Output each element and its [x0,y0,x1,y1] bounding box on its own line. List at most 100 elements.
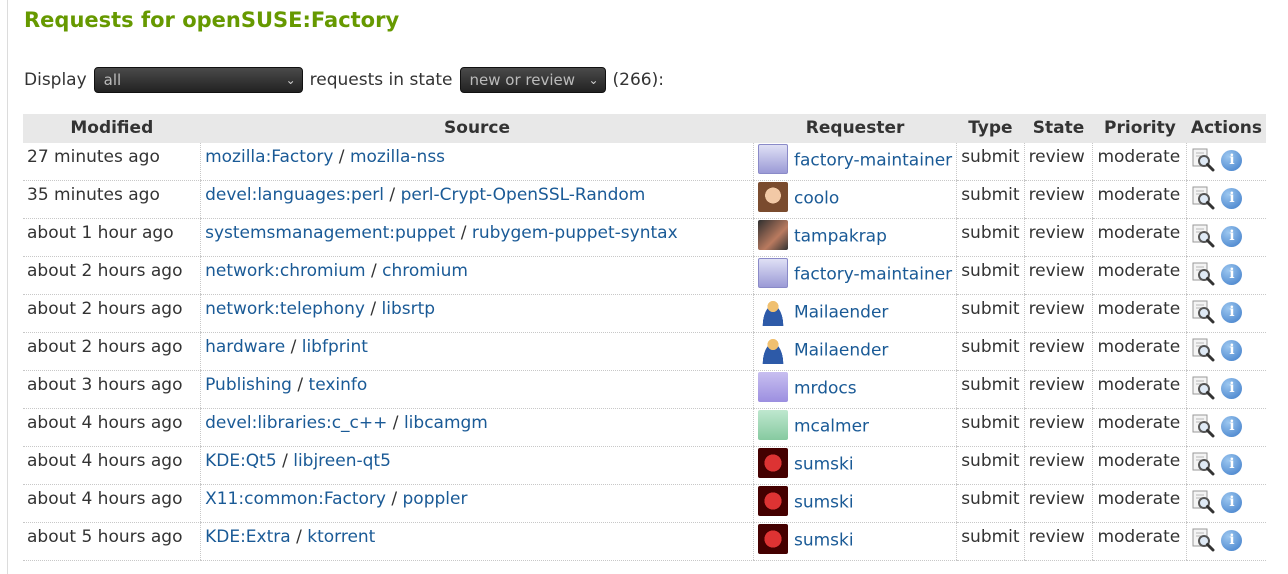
source-package-link[interactable]: perl-Crypt-OpenSSL-Random [401,185,646,205]
request-priority: moderate [1097,375,1181,395]
info-icon[interactable]: i [1221,187,1243,209]
state-cell: review [1023,408,1093,447]
source-package-link[interactable]: poppler [403,489,468,509]
info-icon[interactable]: i [1221,453,1243,475]
magnifier-icon[interactable] [1191,148,1215,172]
magnifier-icon[interactable] [1191,338,1215,362]
magnifier-icon[interactable] [1191,262,1215,286]
info-icon[interactable]: i [1221,149,1243,171]
priority-cell: moderate [1092,522,1187,561]
state-cell: review [1023,294,1093,333]
request-count: (266): [612,70,664,90]
priority-cell: moderate [1092,370,1187,409]
requester-link[interactable]: sumski [794,493,854,513]
requester-cell: sumski [752,522,957,561]
column-type[interactable]: Type [956,114,1025,143]
priority-cell: moderate [1092,256,1187,295]
requester-link[interactable]: coolo [794,189,839,209]
requester-link[interactable]: factory-maintainer [794,265,952,285]
modified-time: 35 minutes ago [27,185,160,205]
source-package-link[interactable]: libfprint [302,337,368,357]
source-project-link[interactable]: devel:languages:perl [205,185,384,205]
source-project-link[interactable]: devel:libraries:c_c++ [205,413,387,433]
state-select[interactable]: new or review ⌄ [459,67,606,93]
column-requester[interactable]: Requester [753,114,957,143]
source-package-link[interactable]: mozilla-nss [350,147,445,167]
source-cell: Publishing / texinfo [200,370,754,409]
info-icon[interactable]: i [1221,491,1243,513]
modified-time: about 4 hours ago [27,489,183,509]
source-project-link[interactable]: mozilla:Factory [205,147,333,167]
source-project-link[interactable]: Publishing [205,375,292,395]
source-package-link[interactable]: libcamgm [404,413,488,433]
source-package-link[interactable]: libjreen-qt5 [293,451,391,471]
source-package-link[interactable]: libsrtp [382,299,436,319]
info-icon[interactable]: i [1221,529,1243,551]
magnifier-icon[interactable] [1191,528,1215,552]
column-state[interactable]: State [1024,114,1093,143]
priority-cell: moderate [1092,180,1187,219]
requester-link[interactable]: mrdocs [794,379,857,399]
avatar [757,220,788,250]
info-icon[interactable]: i [1221,263,1243,285]
source-project-link[interactable]: network:telephony [205,299,365,319]
priority-cell: moderate [1092,218,1187,257]
request-type: submit [961,527,1020,547]
display-select[interactable]: all ⌄ [93,67,303,93]
modified-cell: about 4 hours ago [23,446,201,485]
requester-link[interactable]: mcalmer [794,417,869,437]
request-state: review [1028,261,1085,281]
modified-time: 27 minutes ago [27,147,160,167]
source-project-link[interactable]: X11:common:Factory [205,489,386,509]
magnifier-icon[interactable] [1191,186,1215,210]
type-cell: submit [956,408,1025,447]
info-icon[interactable]: i [1221,415,1243,437]
source-project-link[interactable]: KDE:Extra [205,527,291,547]
avatar [757,296,788,326]
source-package-link[interactable]: texinfo [309,375,368,395]
info-icon[interactable]: i [1221,301,1243,323]
requester-cell: factory-maintainer [752,142,957,181]
magnifier-icon[interactable] [1191,452,1215,476]
requester-link[interactable]: Mailaender [794,341,888,361]
source-project-link[interactable]: network:chromium [205,261,366,281]
column-source[interactable]: Source [200,114,754,143]
state-cell: review [1023,218,1093,257]
actions-cell: i [1186,332,1266,371]
request-priority: moderate [1097,299,1181,319]
request-priority: moderate [1097,337,1181,357]
request-state: review [1028,185,1085,205]
requester-link[interactable]: Mailaender [794,303,888,323]
column-priority[interactable]: Priority [1092,114,1187,143]
magnifier-icon[interactable] [1191,414,1215,438]
requester-cell: Mailaender [752,332,957,371]
magnifier-icon[interactable] [1191,376,1215,400]
modified-cell: about 4 hours ago [23,484,201,523]
source-package-link[interactable]: ktorrent [307,527,375,547]
requester-cell: tampakrap [752,218,957,257]
requester-link[interactable]: sumski [794,531,854,551]
source-project-link[interactable]: KDE:Qt5 [205,451,277,471]
type-cell: submit [956,294,1025,333]
source-package-link[interactable]: chromium [382,261,468,281]
avatar [757,410,788,440]
requester-link[interactable]: tampakrap [794,227,887,247]
column-modified[interactable]: Modified [23,114,201,143]
info-icon[interactable]: i [1221,225,1243,247]
requester-link[interactable]: factory-maintainer [794,151,952,171]
requester-cell: coolo [752,180,957,219]
info-icon[interactable]: i [1221,339,1243,361]
magnifier-icon[interactable] [1191,224,1215,248]
magnifier-icon[interactable] [1191,490,1215,514]
table-row: 35 minutes ago devel:languages:perl / pe… [23,180,1266,219]
requester-link[interactable]: sumski [794,455,854,475]
avatar [757,258,788,288]
magnifier-icon[interactable] [1191,300,1215,324]
source-project-link[interactable]: hardware [205,337,285,357]
request-type: submit [961,375,1020,395]
source-package-link[interactable]: rubygem-puppet-syntax [472,223,678,243]
priority-cell: moderate [1092,142,1187,181]
source-project-link[interactable]: systemsmanagement:puppet [205,223,455,243]
info-icon[interactable]: i [1221,377,1243,399]
modified-time: about 1 hour ago [27,223,174,243]
